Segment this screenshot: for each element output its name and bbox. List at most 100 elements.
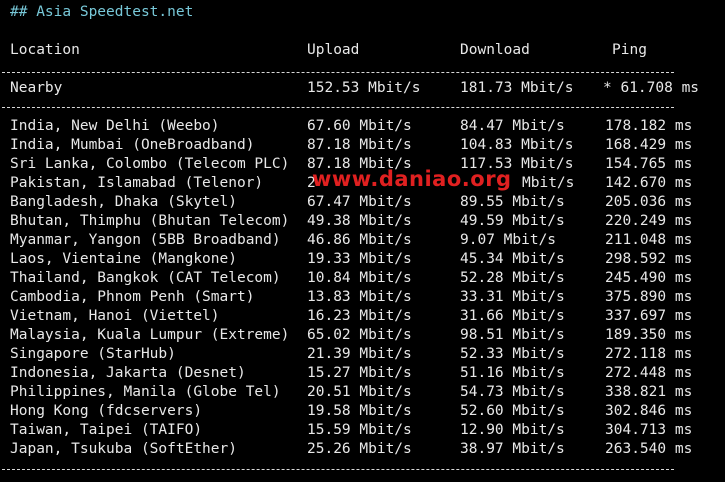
row-upload: 19.33 Mbit/s bbox=[307, 251, 412, 267]
section-title: ## Asia Speedtest.net bbox=[10, 4, 194, 20]
row-ping: 337.697 ms bbox=[605, 308, 693, 324]
row-download: 98.51 Mbit/s bbox=[460, 327, 565, 343]
nearby-ping: * 61.708 ms bbox=[603, 80, 700, 96]
row-location: India, New Delhi (Weebo) bbox=[10, 118, 220, 134]
row-upload: 10.84 Mbit/s bbox=[307, 270, 412, 286]
row-upload: 67.47 Mbit/s bbox=[307, 194, 412, 210]
row-download: 52.33 Mbit/s bbox=[460, 346, 565, 362]
row-upload: 15.27 Mbit/s bbox=[307, 365, 412, 381]
row-upload: 15.59 Mbit/s bbox=[307, 422, 412, 438]
table-row: India, Mumbai (OneBroadband) 87.18 Mbit/… bbox=[10, 136, 710, 155]
row-location: Hong Kong (fdcservers) bbox=[10, 403, 203, 419]
divider bbox=[2, 72, 674, 73]
row-download: Mbit/s bbox=[522, 175, 575, 191]
row-download: 52.60 Mbit/s bbox=[460, 403, 565, 419]
row-download: 84.47 Mbit/s bbox=[460, 118, 565, 134]
row-download: 49.59 Mbit/s bbox=[460, 213, 565, 229]
table-header: Location Upload Download Ping bbox=[10, 41, 710, 60]
row-upload: 25.26 Mbit/s bbox=[307, 441, 412, 457]
row-upload: 20.51 Mbit/s bbox=[307, 384, 412, 400]
row-location: Vietnam, Hanoi (Viettel) bbox=[10, 308, 220, 324]
row-location: Myanmar, Yangon (5BB Broadband) bbox=[10, 232, 281, 248]
row-upload: 21.39 Mbit/s bbox=[307, 346, 412, 362]
row-ping: 298.592 ms bbox=[605, 251, 693, 267]
row-ping: 168.429 ms bbox=[605, 137, 693, 153]
table-row: Myanmar, Yangon (5BB Broadband) 46.86 Mb… bbox=[10, 231, 710, 250]
row-upload: 87.18 Mbit/s bbox=[307, 137, 412, 153]
nearby-location: Nearby bbox=[10, 80, 63, 96]
table-row: Singapore (StarHub) 21.39 Mbit/s 52.33 M… bbox=[10, 345, 710, 364]
table-row: Thailand, Bangkok (CAT Telecom) 10.84 Mb… bbox=[10, 269, 710, 288]
row-location: Bhutan, Thimphu (Bhutan Telecom) bbox=[10, 213, 290, 229]
column-header-location: Location bbox=[10, 42, 80, 58]
table-row: Cambodia, Phnom Penh (Smart) 13.83 Mbit/… bbox=[10, 288, 710, 307]
column-header-ping: Ping bbox=[612, 42, 647, 58]
row-ping: 154.765 ms bbox=[605, 156, 693, 172]
row-ping: 142.670 ms bbox=[605, 175, 693, 191]
row-download: 45.34 Mbit/s bbox=[460, 251, 565, 267]
row-download: 52.28 Mbit/s bbox=[460, 270, 565, 286]
row-ping: 304.713 ms bbox=[605, 422, 693, 438]
divider bbox=[2, 469, 674, 470]
row-download: 104.83 Mbit/s bbox=[460, 137, 574, 153]
row-ping: 220.249 ms bbox=[605, 213, 693, 229]
watermark-text: www.daniao.org bbox=[312, 167, 512, 191]
row-ping: 211.048 ms bbox=[605, 232, 693, 248]
row-ping: 263.540 ms bbox=[605, 441, 693, 457]
table-row: Vietnam, Hanoi (Viettel) 16.23 Mbit/s 31… bbox=[10, 307, 710, 326]
row-location: Bangladesh, Dhaka (Skytel) bbox=[10, 194, 237, 210]
row-location: Malaysia, Kuala Lumpur (Extreme) bbox=[10, 327, 290, 343]
row-upload: 67.60 Mbit/s bbox=[307, 118, 412, 134]
table-row: Laos, Vientaine (Mangkone) 19.33 Mbit/s … bbox=[10, 250, 710, 269]
nearby-row: Nearby 152.53 Mbit/s 181.73 Mbit/s * 61.… bbox=[10, 79, 710, 98]
table-row: Bangladesh, Dhaka (Skytel) 67.47 Mbit/s … bbox=[10, 193, 710, 212]
row-download: 33.31 Mbit/s bbox=[460, 289, 565, 305]
row-location: Laos, Vientaine (Mangkone) bbox=[10, 251, 237, 267]
row-ping: 338.821 ms bbox=[605, 384, 693, 400]
row-upload: 19.58 Mbit/s bbox=[307, 403, 412, 419]
row-upload: 46.86 Mbit/s bbox=[307, 232, 412, 248]
row-ping: 205.036 ms bbox=[605, 194, 693, 210]
table-row: Taiwan, Taipei (TAIFO) 15.59 Mbit/s 12.9… bbox=[10, 421, 710, 440]
divider bbox=[2, 107, 674, 108]
nearby-upload: 152.53 Mbit/s bbox=[307, 80, 421, 96]
terminal-window[interactable]: ## Asia Speedtest.net Location Upload Do… bbox=[0, 0, 725, 482]
row-location: Taiwan, Taipei (TAIFO) bbox=[10, 422, 203, 438]
row-location: Sri Lanka, Colombo (Telecom PLC) bbox=[10, 156, 290, 172]
row-download: 12.90 Mbit/s bbox=[460, 422, 565, 438]
table-row: Indonesia, Jakarta (Desnet) 15.27 Mbit/s… bbox=[10, 364, 710, 383]
row-download: 9.07 Mbit/s bbox=[460, 232, 557, 248]
table-row: Hong Kong (fdcservers) 19.58 Mbit/s 52.6… bbox=[10, 402, 710, 421]
table-row: India, New Delhi (Weebo) 67.60 Mbit/s 84… bbox=[10, 117, 710, 136]
row-upload: 49.38 Mbit/s bbox=[307, 213, 412, 229]
table-row: Bhutan, Thimphu (Bhutan Telecom) 49.38 M… bbox=[10, 212, 710, 231]
row-ping: 272.448 ms bbox=[605, 365, 693, 381]
row-download: 54.73 Mbit/s bbox=[460, 384, 565, 400]
row-location: Thailand, Bangkok (CAT Telecom) bbox=[10, 270, 281, 286]
row-location: Pakistan, Islamabad (Telenor) bbox=[10, 175, 264, 191]
column-header-upload: Upload bbox=[307, 42, 360, 58]
row-ping: 189.350 ms bbox=[605, 327, 693, 343]
row-download: 51.16 Mbit/s bbox=[460, 365, 565, 381]
row-ping: 272.118 ms bbox=[605, 346, 693, 362]
row-download: 31.66 Mbit/s bbox=[460, 308, 565, 324]
row-location: Japan, Tsukuba (SoftEther) bbox=[10, 441, 237, 457]
row-ping: 178.182 ms bbox=[605, 118, 693, 134]
table-row: Malaysia, Kuala Lumpur (Extreme) 65.02 M… bbox=[10, 326, 710, 345]
row-location: Indonesia, Jakarta (Desnet) bbox=[10, 365, 246, 381]
row-upload: 65.02 Mbit/s bbox=[307, 327, 412, 343]
row-location: Singapore (StarHub) bbox=[10, 346, 176, 362]
nearby-download: 181.73 Mbit/s bbox=[460, 80, 574, 96]
row-ping: 245.490 ms bbox=[605, 270, 693, 286]
row-upload: 13.83 Mbit/s bbox=[307, 289, 412, 305]
column-header-download: Download bbox=[460, 42, 530, 58]
row-ping: 302.846 ms bbox=[605, 403, 693, 419]
row-download: 89.55 Mbit/s bbox=[460, 194, 565, 210]
row-download: 38.97 Mbit/s bbox=[460, 441, 565, 457]
row-location: Cambodia, Phnom Penh (Smart) bbox=[10, 289, 255, 305]
row-location: India, Mumbai (OneBroadband) bbox=[10, 137, 255, 153]
row-upload: 16.23 Mbit/s bbox=[307, 308, 412, 324]
row-location: Philippines, Manila (Globe Tel) bbox=[10, 384, 281, 400]
table-row: Japan, Tsukuba (SoftEther) 25.26 Mbit/s … bbox=[10, 440, 710, 459]
table-row: Philippines, Manila (Globe Tel) 20.51 Mb… bbox=[10, 383, 710, 402]
